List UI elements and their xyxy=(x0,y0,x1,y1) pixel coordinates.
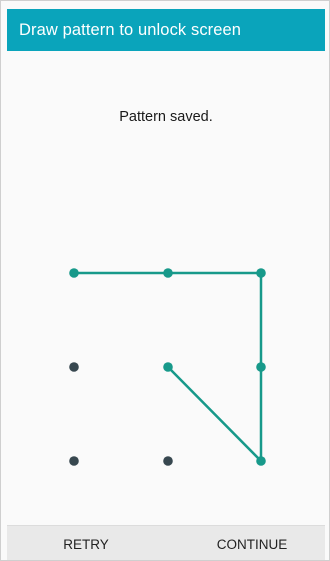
pattern-dot-2[interactable] xyxy=(163,268,173,278)
pattern-dot-3[interactable] xyxy=(256,268,266,278)
pattern-grid[interactable] xyxy=(1,1,330,561)
pattern-dot-9[interactable] xyxy=(256,456,266,466)
action-bar: RETRY CONTINUE xyxy=(7,525,325,560)
pattern-dot-7[interactable] xyxy=(69,456,79,466)
continue-button[interactable]: CONTINUE xyxy=(197,526,307,560)
pattern-dot-6[interactable] xyxy=(256,362,266,372)
pattern-path-segment xyxy=(166,365,263,463)
lock-pattern-screen: Draw pattern to unlock screen Pattern sa… xyxy=(0,0,330,561)
pattern-dot-5[interactable] xyxy=(163,362,173,372)
pattern-dot-8[interactable] xyxy=(163,456,173,466)
pattern-dot-1[interactable] xyxy=(69,268,79,278)
pattern-dot-4[interactable] xyxy=(69,362,79,372)
retry-button[interactable]: RETRY xyxy=(41,526,131,560)
